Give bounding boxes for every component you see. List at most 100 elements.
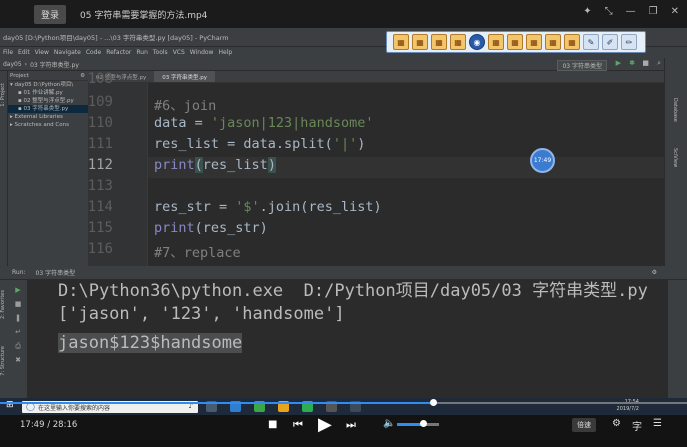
- run-side-strip: 2: Favorites 7: Structure: [0, 280, 8, 398]
- layout-icon[interactable]: ▦: [450, 34, 466, 50]
- code-line: print(res_list): [154, 157, 276, 173]
- pin-icon[interactable]: ✦: [583, 6, 591, 17]
- sciview-tool-tab[interactable]: SciView: [672, 148, 678, 167]
- run-icon[interactable]: ▶: [616, 59, 621, 67]
- brush-icon[interactable]: ✐: [602, 34, 618, 50]
- line-number: 114: [87, 199, 113, 215]
- login-button[interactable]: 登录: [34, 4, 67, 24]
- stop-icon[interactable]: ■: [268, 419, 277, 430]
- rerun-icon[interactable]: ▶: [14, 286, 22, 294]
- console-line: D:\Python36\python.exe D:/Python项目/day05…: [58, 281, 648, 301]
- close-icon[interactable]: ✕: [671, 6, 679, 17]
- project-tool-tab[interactable]: 1: Project: [0, 83, 6, 107]
- menu-vcs[interactable]: VCS: [173, 49, 185, 56]
- settings-icon[interactable]: ⚙: [612, 418, 621, 433]
- layout-icon[interactable]: ▦: [507, 34, 523, 50]
- console-line: ['jason', '123', 'handsome']: [58, 304, 345, 324]
- speed-button[interactable]: 倍速: [572, 418, 596, 432]
- menu-view[interactable]: View: [35, 49, 49, 56]
- run-toolbar: ▶ ■ ❚ ↵ ⎙ ✖: [8, 280, 28, 398]
- play-icon[interactable]: ▶: [318, 414, 332, 435]
- subtitle-button[interactable]: 字: [632, 418, 642, 433]
- menu-run[interactable]: Run: [136, 49, 148, 56]
- video-title: 05 字符串需要掌握的方法.mp4: [80, 10, 208, 21]
- menu-edit[interactable]: Edit: [18, 49, 30, 56]
- stop-icon[interactable]: ■: [642, 59, 649, 67]
- structure-tool-tab[interactable]: 7: Structure: [0, 346, 6, 376]
- code-editor[interactable]: #6、join data = 'jason|123|handsome' res_…: [148, 83, 664, 266]
- pause-icon[interactable]: ❚: [14, 314, 22, 322]
- code-line: res_list = data.split('|'): [154, 136, 366, 152]
- line-number-gutter: 108 109 110 111 112 113 114 115 116: [88, 71, 148, 266]
- run-tab[interactable]: 03 字符串类型: [36, 268, 76, 277]
- chevron-right-icon: ›: [24, 60, 28, 68]
- code-line: print(res_str): [154, 220, 268, 236]
- database-tool-tab[interactable]: Database: [672, 98, 678, 122]
- breadcrumb-file[interactable]: 03 字符串类型.py: [30, 60, 79, 69]
- window-title: day05 [D:\Python项目\day05] - ...\03 字符串类型…: [3, 34, 229, 42]
- menu-help[interactable]: Help: [218, 49, 232, 56]
- tab-file-active[interactable]: 03 字符串类型.py: [154, 71, 215, 82]
- code-line: #7、replace: [154, 245, 241, 261]
- left-tool-strip: 1: Project: [0, 71, 8, 266]
- line-number: 112: [87, 157, 113, 173]
- menu-code[interactable]: Code: [86, 49, 101, 56]
- right-tool-strip: Database SciView: [664, 58, 687, 266]
- clock-date: 2019/7/2: [616, 406, 639, 412]
- layout-icon[interactable]: ▦: [412, 34, 428, 50]
- playback-time: 17:49 / 28:16: [20, 420, 78, 430]
- editor-tabs: 02 整型与浮点型.py 03 字符串类型.py: [88, 71, 664, 83]
- volume-icon[interactable]: 🔈: [383, 418, 395, 429]
- code-line: res_str = '$'.join(res_list): [154, 199, 382, 215]
- layout-icon[interactable]: ▦: [431, 34, 447, 50]
- minimize-icon[interactable]: —: [626, 6, 636, 17]
- line-number: 109: [87, 94, 113, 110]
- debug-icon[interactable]: ✱: [629, 59, 635, 67]
- player-top-bar: 登录 05 字符串需要掌握的方法.mp4 ✦ ⤡ — ❐ ✕: [0, 0, 687, 28]
- layout-icon[interactable]: ▦: [526, 34, 542, 50]
- line-number: 110: [87, 115, 113, 131]
- menu-file[interactable]: File: [3, 49, 13, 56]
- project-panel-title[interactable]: Project: [10, 73, 29, 79]
- code-line: data = 'jason|123|handsome': [154, 115, 374, 131]
- restore-icon[interactable]: ❐: [649, 6, 658, 17]
- playlist-icon[interactable]: ☰: [653, 418, 662, 433]
- search-icon[interactable]: ⌕: [657, 59, 661, 68]
- layout-icon[interactable]: ▦: [393, 34, 409, 50]
- run-console[interactable]: D:\Python36\python.exe D:/Python项目/day05…: [28, 280, 668, 398]
- record-icon[interactable]: ◉: [469, 34, 485, 50]
- next-icon[interactable]: ⏭: [346, 418, 356, 432]
- settings-icon[interactable]: ⚙: [652, 269, 657, 276]
- run-config-select[interactable]: 03 字符串类型: [557, 60, 607, 71]
- menu-window[interactable]: Window: [190, 49, 214, 56]
- console-scrollbar[interactable]: [668, 280, 687, 398]
- marker-icon[interactable]: ✏: [621, 34, 637, 50]
- line-number: 116: [87, 241, 113, 257]
- menu-navigate[interactable]: Navigate: [54, 49, 81, 56]
- soft-wrap-icon[interactable]: ↵: [14, 328, 22, 336]
- volume-knob[interactable]: [420, 420, 428, 427]
- progress-fill: [0, 402, 433, 404]
- menu-tools[interactable]: Tools: [153, 49, 168, 56]
- favorites-tool-tab[interactable]: 2: Favorites: [0, 290, 6, 319]
- layout-icon[interactable]: ▦: [488, 34, 504, 50]
- menu-refactor[interactable]: Refactor: [106, 49, 131, 56]
- line-number: 108: [87, 71, 113, 87]
- console-line-selected: jason$123$handsome: [58, 333, 243, 353]
- stop-icon[interactable]: ■: [14, 300, 22, 308]
- print-icon[interactable]: ⎙: [14, 342, 22, 350]
- pen-icon[interactable]: ✎: [583, 34, 599, 50]
- fullscreen-exit-icon[interactable]: ⤡: [605, 6, 613, 17]
- progress-knob[interactable]: [429, 399, 437, 406]
- navigation-bar: day05 › 03 字符串类型.py 03 字符串类型 ▶ ✱ ■ ⌕: [0, 58, 687, 71]
- run-label: Run:: [12, 269, 26, 276]
- line-number: 111: [87, 136, 113, 152]
- breadcrumb-project[interactable]: day05: [3, 61, 22, 68]
- layout-icon[interactable]: ▦: [545, 34, 561, 50]
- trash-icon[interactable]: ✖: [14, 356, 22, 364]
- code-line: #6、join: [154, 98, 217, 114]
- line-number: 115: [87, 220, 113, 236]
- run-panel-header: Run: 03 字符串类型 ⚙: [0, 266, 687, 280]
- layout-icon[interactable]: ▦: [564, 34, 580, 50]
- previous-icon[interactable]: ⏮: [293, 418, 303, 432]
